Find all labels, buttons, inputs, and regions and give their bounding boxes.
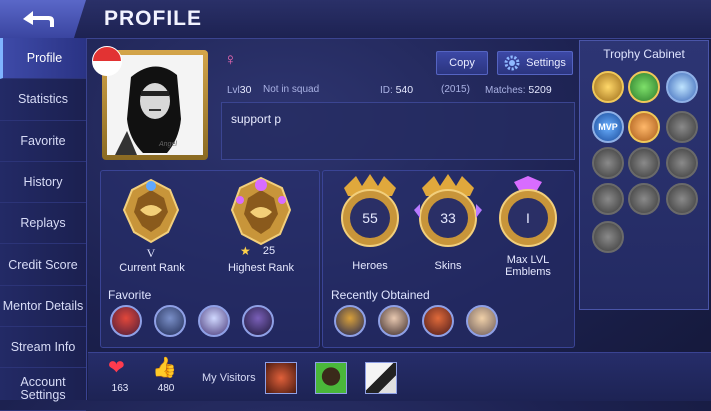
- current-rank-label: Current Rank: [119, 262, 185, 274]
- emblems-label-2: Emblems: [505, 266, 551, 278]
- thumbs-up-icon[interactable]: 👍: [152, 357, 177, 379]
- team-trophy-icon[interactable]: [628, 71, 660, 103]
- recent-item-2-avatar[interactable]: [378, 305, 410, 337]
- recent-item-4-avatar[interactable]: [466, 305, 498, 337]
- settings-button[interactable]: Settings: [497, 51, 573, 75]
- avatar-caption: Angel: [159, 141, 177, 148]
- highest-rank-stars: 25: [262, 245, 276, 257]
- settings-button-label: Settings: [526, 57, 566, 69]
- sidebar-item-account-settings[interactable]: Account Settings: [0, 368, 86, 411]
- level-prefix: Lvl: [227, 85, 240, 96]
- signature-text: support p: [231, 112, 282, 126]
- favorite-hero-1-avatar[interactable]: [110, 305, 142, 337]
- avatar: Angel: [107, 55, 203, 155]
- likes-count: 163: [111, 383, 129, 394]
- recent-item-3-avatar[interactable]: [422, 305, 454, 337]
- level-info: Lvl30: [227, 84, 251, 96]
- gear-icon: [504, 55, 520, 71]
- visitor-2-avatar[interactable]: [315, 362, 347, 394]
- matches-info: Matches: 5209: [485, 84, 552, 96]
- locked-trophy-icon[interactable]: [592, 221, 624, 253]
- id-value: 540: [395, 84, 414, 96]
- star-icon: ★: [240, 244, 251, 258]
- gold-trophy-icon[interactable]: [592, 71, 624, 103]
- thumbs-count: 480: [157, 383, 175, 394]
- sword-trophy-icon[interactable]: [628, 111, 660, 143]
- top-bar: PROFILE: [0, 0, 711, 39]
- signature-box[interactable]: support p: [221, 102, 575, 160]
- sidebar-item-stream-info[interactable]: Stream Info: [0, 327, 86, 369]
- recent-item-1-avatar[interactable]: [334, 305, 366, 337]
- mvp-trophy-icon[interactable]: MVP: [592, 111, 624, 143]
- favorite-heading: Favorite: [108, 288, 152, 302]
- copy-button[interactable]: Copy: [436, 51, 488, 75]
- highest-rank-emblem-icon[interactable]: [228, 176, 294, 246]
- female-gender-icon: ♀: [224, 50, 237, 69]
- sidebar-item-profile[interactable]: Profile: [0, 38, 86, 80]
- locked-trophy-icon[interactable]: [592, 183, 624, 215]
- locked-trophy-icon[interactable]: [666, 111, 698, 143]
- avatar-photo-icon: [107, 55, 203, 155]
- favorite-hero-3-avatar[interactable]: [198, 305, 230, 337]
- sidebar: Profile Statistics Favorite History Repl…: [0, 38, 87, 411]
- bottom-bar: ❤ 163 👍 480 My Visitors: [88, 352, 711, 401]
- heroes-count: 55: [362, 210, 378, 226]
- trophy-cabinet: Trophy Cabinet MVP: [579, 40, 709, 310]
- locked-trophy-icon[interactable]: [666, 147, 698, 179]
- visitor-1-avatar[interactable]: [265, 362, 297, 394]
- server-id: (2015): [441, 84, 470, 95]
- locked-trophy-icon[interactable]: [666, 183, 698, 215]
- emblems-count: I: [526, 210, 530, 226]
- trophy-cabinet-title: Trophy Cabinet: [603, 47, 685, 61]
- visitor-3-avatar[interactable]: [365, 362, 397, 394]
- favorite-hero-4-avatar[interactable]: [242, 305, 274, 337]
- favorite-hero-2-avatar[interactable]: [154, 305, 186, 337]
- sidebar-item-credit-score[interactable]: Credit Score: [0, 244, 86, 286]
- back-button[interactable]: [0, 0, 86, 38]
- sidebar-item-favorite[interactable]: Favorite: [0, 121, 86, 162]
- sidebar-item-replays[interactable]: Replays: [0, 203, 86, 245]
- skins-count: 33: [440, 210, 456, 226]
- matches-value: 5209: [528, 84, 552, 96]
- diamond-trophy-icon[interactable]: [666, 71, 698, 103]
- current-rank-tier: V: [146, 246, 156, 260]
- matches-label: Matches:: [485, 85, 526, 96]
- sidebar-item-history[interactable]: History: [0, 162, 86, 204]
- sidebar-item-mentor-details[interactable]: Mentor Details: [0, 286, 86, 328]
- country-flag-icon: [92, 46, 122, 76]
- back-arrow-icon: [23, 11, 54, 27]
- locked-trophy-icon[interactable]: [592, 147, 624, 179]
- squad-status: Not in squad: [263, 84, 320, 95]
- heart-icon[interactable]: ❤: [108, 357, 125, 379]
- page-title: PROFILE: [104, 7, 203, 30]
- id-label: ID:: [380, 85, 393, 96]
- emblems-label-1: Max LVL: [506, 254, 550, 266]
- copy-button-label: Copy: [449, 57, 475, 69]
- recently-obtained-heading: Recently Obtained: [331, 288, 430, 302]
- highest-rank-label: Highest Rank: [227, 262, 295, 274]
- locked-trophy-icon[interactable]: [628, 147, 660, 179]
- locked-trophy-icon[interactable]: [628, 183, 660, 215]
- current-rank-emblem-icon[interactable]: [118, 176, 184, 246]
- visitors-label: My Visitors: [202, 372, 256, 384]
- level-value: 30: [239, 84, 252, 96]
- player-id[interactable]: ID: 540: [380, 84, 413, 96]
- sidebar-item-statistics[interactable]: Statistics: [0, 79, 86, 121]
- heroes-label: Heroes: [352, 260, 388, 272]
- skins-label: Skins: [434, 260, 462, 272]
